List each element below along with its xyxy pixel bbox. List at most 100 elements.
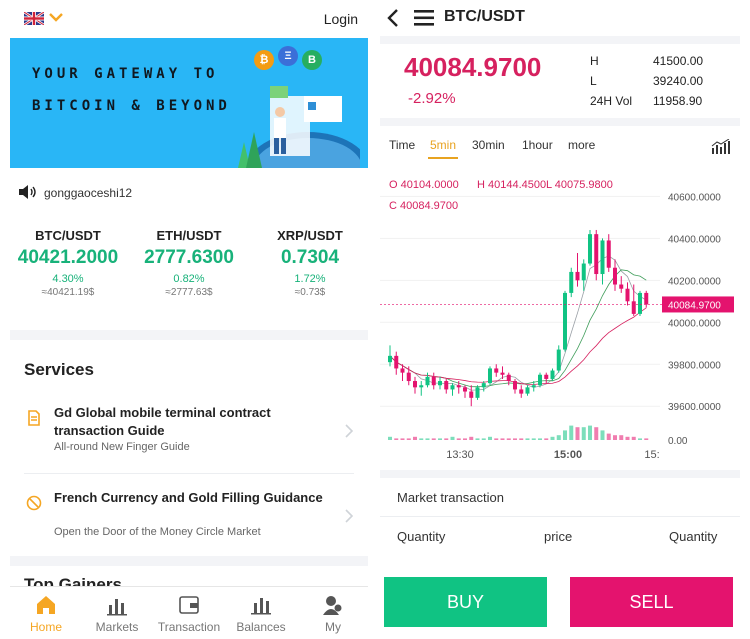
candle-body: [638, 292, 642, 314]
timeframe-5min[interactable]: 5min: [430, 138, 456, 152]
service-item[interactable]: French Currency and Gold Filling Guidanc…: [10, 489, 368, 559]
timeframe-30min[interactable]: 30min: [472, 138, 505, 152]
tab-home[interactable]: Home: [10, 587, 82, 639]
stat-label-high: H: [590, 54, 599, 68]
volume-bar: [450, 436, 455, 440]
login-link[interactable]: Login: [324, 11, 358, 27]
candle-body: [644, 292, 649, 305]
candle-body: [431, 376, 436, 386]
candle-body: [631, 301, 636, 314]
trade-screen: BTC/USDT 40084.9700 -2.92% H 41500.00 L …: [380, 0, 740, 639]
volume-bar: [638, 438, 642, 440]
volume-bar: [606, 433, 611, 440]
banner-line-1: YOUR GATEWAY TO: [32, 66, 219, 82]
uk-flag-icon[interactable]: [24, 12, 44, 25]
screen-gutter: [368, 0, 380, 639]
price-change: -2.92%: [408, 90, 456, 107]
back-arrow-icon[interactable]: [386, 8, 400, 28]
timeframe-more[interactable]: more: [568, 138, 595, 152]
ticker-price: 40421.2000: [17, 247, 119, 268]
candle-body: [569, 271, 574, 293]
moving-average-line: [389, 255, 647, 391]
stat-label-low: L: [590, 74, 597, 88]
volume-bar: [481, 438, 486, 440]
markets-icon: [107, 599, 127, 616]
candle-body: [450, 385, 455, 390]
section-divider: [10, 330, 368, 340]
section-divider: [10, 556, 368, 566]
ticker-btc[interactable]: BTC/USDT 40421.2000 4.30% ≈40421.19$: [10, 228, 128, 298]
tab-label: Balances: [236, 620, 286, 634]
candle-body: [438, 381, 442, 386]
trade-header: BTC/USDT: [380, 0, 740, 36]
candle-body: [613, 267, 617, 285]
buy-button[interactable]: BUY: [384, 577, 547, 627]
volume-axis-label: 0.00: [668, 436, 688, 447]
volume-bar: [425, 438, 430, 440]
ticker-xrp[interactable]: XRP/USDT 0.7304 1.72% ≈0.73$: [250, 228, 368, 298]
timeframe-1hour[interactable]: 1hour: [522, 138, 553, 152]
candlestick-chart[interactable]: 40600.0000 40400.0000 40200.0000 40000.0000…: [380, 168, 740, 468]
banner-line-2: BITCOIN & BEYOND: [32, 98, 231, 114]
volume-bar: [544, 438, 549, 440]
volume-bar: [406, 438, 411, 440]
market-transaction-heading: Market transaction: [397, 490, 504, 505]
moving-average-line: [389, 269, 647, 388]
chevron-right-icon: [345, 509, 354, 523]
volume-bar: [388, 436, 392, 440]
tab-transaction[interactable]: Transaction: [153, 587, 225, 639]
candle-body: [425, 376, 430, 386]
volume-bar: [494, 438, 499, 440]
indicator-icon[interactable]: [711, 139, 731, 155]
home-icon: [37, 596, 55, 614]
coin-icon: [26, 495, 42, 511]
candle-body: [444, 381, 449, 390]
tab-label: Transaction: [157, 620, 221, 634]
volume-bar: [563, 430, 567, 440]
candle-body: [419, 385, 424, 388]
chevron-down-icon[interactable]: [48, 9, 64, 25]
tab-balances[interactable]: Balances: [225, 587, 297, 639]
candle-body: [550, 370, 555, 379]
service-item[interactable]: Gd Global mobile terminal contract trans…: [10, 404, 368, 474]
volume-bar: [506, 438, 511, 440]
candle-body: [400, 368, 405, 373]
candle-body: [563, 292, 567, 350]
volume-bar: [600, 430, 605, 440]
wallet-icon: [179, 596, 199, 614]
ticker-pair: XRP/USDT: [277, 228, 343, 243]
volume-bar: [394, 438, 399, 440]
volume-bar: [550, 436, 555, 440]
candle-body: [506, 374, 511, 382]
timeframe-time[interactable]: Time: [389, 138, 415, 152]
ticker-fiat: ≈0.73$: [294, 287, 326, 298]
price-summary: 40084.9700 -2.92% H 41500.00 L 39240.00 …: [380, 36, 740, 126]
volume-bar: [431, 438, 436, 440]
volume-bar: [456, 438, 461, 440]
volume-bar: [613, 435, 617, 440]
tab-my[interactable]: My: [297, 587, 368, 639]
volume-bar: [575, 427, 580, 440]
y-tick-label: 40200.0000: [668, 276, 721, 287]
ticker-fiat: ≈2777.63$: [165, 287, 213, 298]
candle-body: [619, 284, 624, 289]
announcement-bar[interactable]: gonggaoceshi12: [10, 178, 368, 206]
sell-button[interactable]: SELL: [570, 577, 733, 627]
service-separator: [24, 473, 354, 474]
home-topbar: Login: [10, 0, 368, 38]
candle-body: [469, 391, 474, 398]
promo-banner[interactable]: YOUR GATEWAY TO BITCOIN & BEYOND ₿ Ξ B: [10, 38, 368, 168]
candle-body: [531, 385, 536, 388]
pair-title: BTC/USDT: [444, 8, 525, 25]
section-divider: [380, 470, 740, 478]
ticker-eth[interactable]: ETH/USDT 2777.6300 0.82% ≈2777.63$: [129, 228, 249, 298]
volume-bar: [413, 436, 417, 440]
service-title: Gd Global mobile terminal contract trans…: [54, 405, 271, 438]
market-divider: [380, 516, 740, 517]
tab-markets[interactable]: Markets: [81, 587, 153, 639]
volume-bar: [519, 438, 524, 440]
candle-body: [406, 372, 411, 382]
menu-icon[interactable]: [413, 9, 435, 27]
volume-bar: [531, 438, 536, 440]
volume-bar: [594, 427, 599, 440]
